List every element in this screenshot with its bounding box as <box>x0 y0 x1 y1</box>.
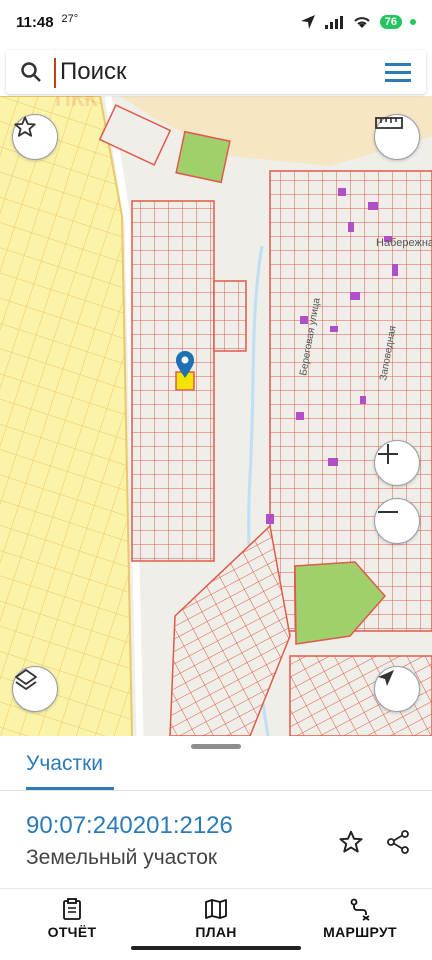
parcel-type: Земельный участок <box>26 846 218 869</box>
favorite-parcel-button[interactable] <box>333 824 369 860</box>
ruler-icon <box>375 117 403 129</box>
tab-parcels[interactable]: Участки <box>26 752 103 776</box>
map-icon <box>205 899 227 919</box>
location-arrow-icon <box>300 15 315 29</box>
battery-indicator: 76 <box>379 15 402 29</box>
zoom-out-button[interactable] <box>374 498 420 544</box>
layers-icon <box>15 669 37 690</box>
zoom-in-button[interactable] <box>374 440 420 486</box>
layers-button[interactable] <box>12 666 58 712</box>
share-icon <box>387 830 409 854</box>
search-icon[interactable] <box>20 61 42 83</box>
signal-icon <box>324 16 343 29</box>
nav-plan-label: ПЛАН <box>195 924 237 940</box>
parcel-block-central <box>131 200 215 562</box>
agricultural-parcels <box>0 96 132 736</box>
nav-route[interactable]: МАРШРУТ <box>288 889 432 960</box>
map-canvas[interactable]: Набережна Береговая улица Заповедная ПКК <box>0 96 432 736</box>
favorite-button[interactable] <box>12 114 58 160</box>
street-label-naberezhnaya: Набережна <box>376 237 432 249</box>
charging-dot-icon <box>410 19 416 25</box>
wifi-icon <box>354 17 370 28</box>
status-icons: 76 <box>300 14 416 30</box>
menu-icon[interactable] <box>384 61 412 83</box>
home-indicator[interactable] <box>131 946 301 950</box>
locate-button[interactable] <box>374 666 420 712</box>
clipboard-icon <box>63 898 81 920</box>
watermark: ПКК <box>55 96 98 111</box>
ruler-button[interactable] <box>374 114 420 160</box>
divider <box>0 790 432 791</box>
search-bar[interactable]: Поиск <box>6 50 426 94</box>
sheet-drag-handle[interactable] <box>191 744 241 749</box>
plus-icon <box>378 444 398 464</box>
star-icon <box>339 830 363 853</box>
navigation-arrow-icon <box>378 670 394 686</box>
status-time: 11:48 <box>16 13 54 31</box>
parcel-number[interactable]: 90:07:240201:2126 <box>26 812 233 840</box>
nav-report[interactable]: ОТЧЁТ <box>0 889 144 960</box>
star-icon <box>14 116 36 137</box>
nav-route-label: МАРШРУТ <box>323 924 397 940</box>
nav-report-label: ОТЧЁТ <box>47 924 97 940</box>
share-button[interactable] <box>380 824 416 860</box>
cadastral-map[interactable]: Набережна Береговая улица Заповедная ПКК <box>0 96 432 736</box>
status-temperature: 27° <box>61 13 79 25</box>
route-icon <box>350 898 370 921</box>
status-bar: 11:48 27° 76 <box>0 0 432 44</box>
minus-icon <box>378 511 398 513</box>
search-input[interactable]: Поиск <box>54 58 384 88</box>
